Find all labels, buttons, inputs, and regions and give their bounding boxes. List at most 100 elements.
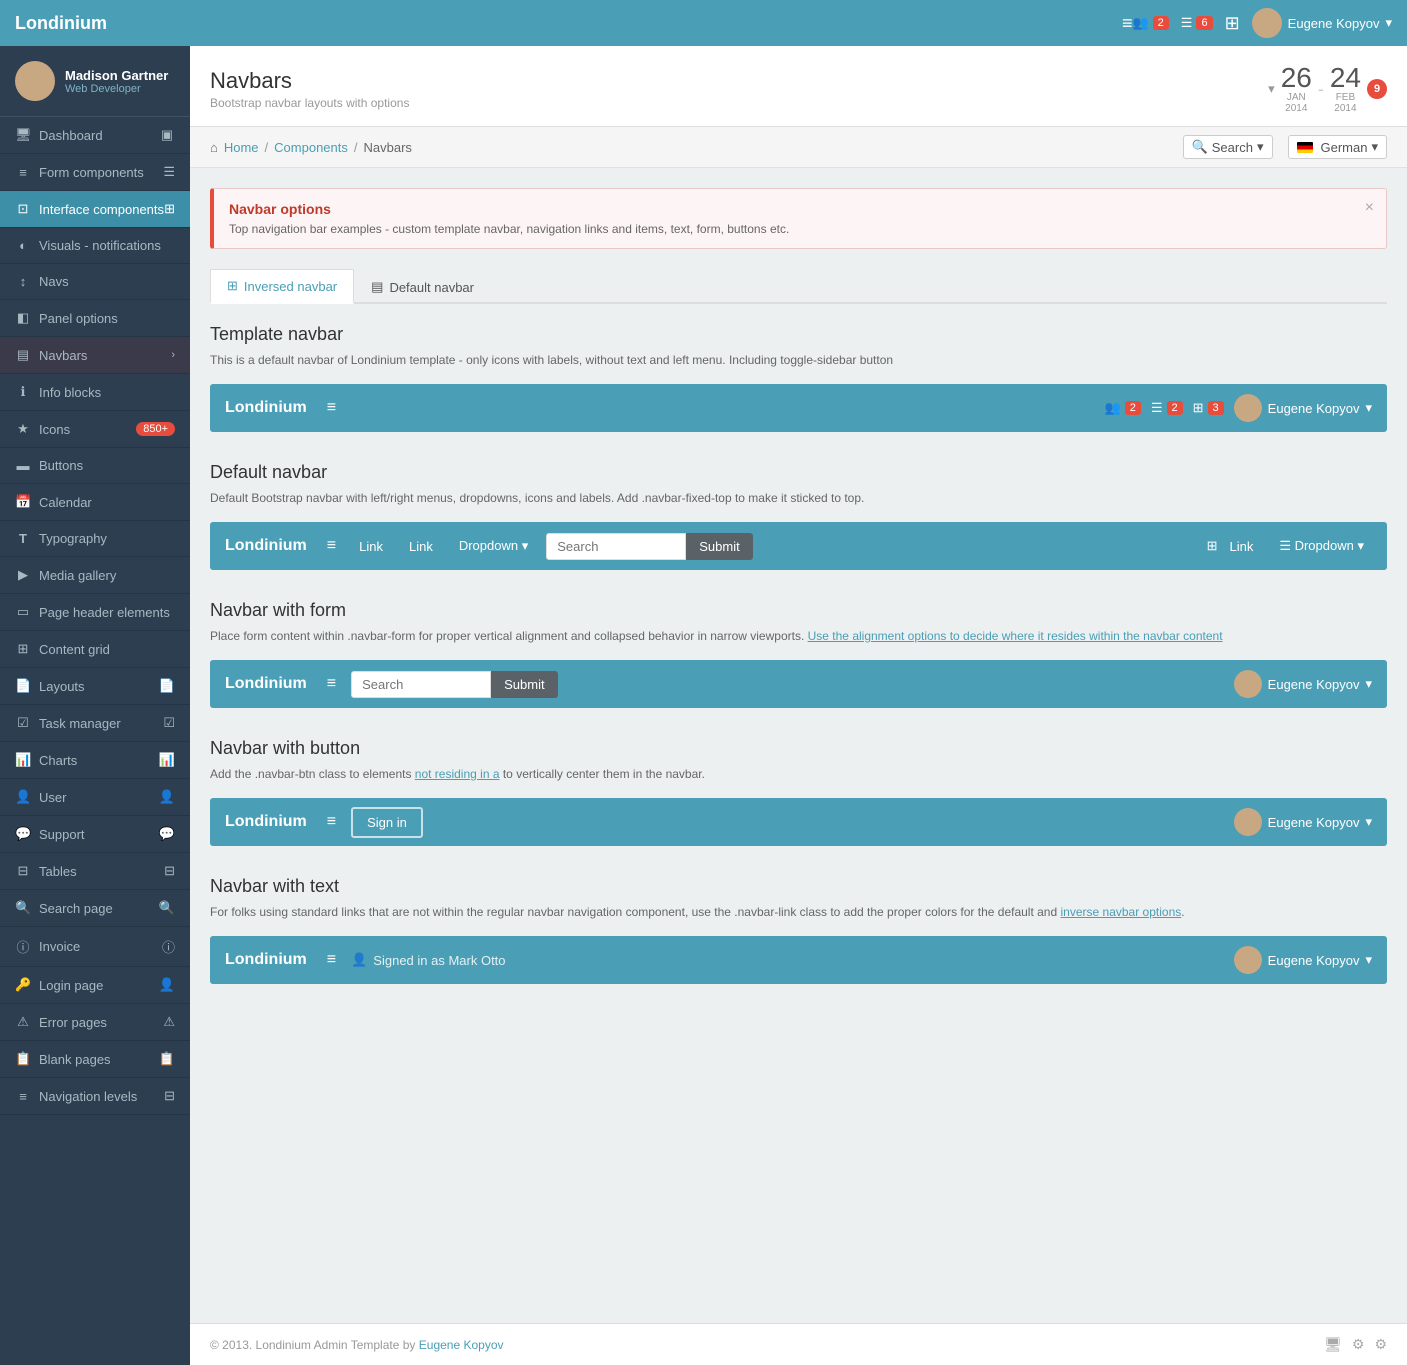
header-grid-icon[interactable]: ⊞ xyxy=(1225,13,1240,34)
footer-monitor-icon[interactable]: 🖥 xyxy=(1324,1336,1342,1353)
footer-settings-icon[interactable]: ⚙ xyxy=(1352,1336,1365,1353)
sidebar-item-support[interactable]: 💬 Support 💬 xyxy=(0,816,190,853)
sidebar-item-error-pages[interactable]: ⚠ Error pages ⚠ xyxy=(0,1004,190,1041)
sidebar-item-typography[interactable]: T Typography xyxy=(0,521,190,557)
tabs-bar: ⊞ Inversed navbar ▤ Default navbar xyxy=(210,269,1387,304)
sidebar-item-info-blocks[interactable]: ℹ Info blocks xyxy=(0,374,190,411)
buttons-icon: ▬ xyxy=(15,458,31,473)
navbar-form-link[interactable]: Use the alignment options to decide wher… xyxy=(808,629,1223,643)
sidebar-item-buttons[interactable]: ▬ Buttons xyxy=(0,448,190,484)
demo-grid-badge-2[interactable]: ⊞ Link xyxy=(1207,522,1262,570)
demo-user[interactable]: Eugene Kopyov ▾ xyxy=(1234,394,1372,422)
sidebar-item-layouts[interactable]: 📄 Layouts 📄 xyxy=(0,668,190,705)
sidebar-item-form-components[interactable]: ≡ Form components ☰ xyxy=(0,154,190,191)
sidebar-item-invoice[interactable]: ⓘ Invoice ⓘ xyxy=(0,927,190,967)
demo-hamburger-icon[interactable]: ≡ xyxy=(322,946,341,974)
demo-link-2[interactable]: Link xyxy=(401,522,441,570)
top-header: Londinium ≡ 👥 2 ☰ 6 ⊞ Eugene Kopyov ▾ xyxy=(0,0,1407,46)
sidebar-nav: 🖥 Dashboard ▣ ≡ Form components ☰ ⊡ Inte… xyxy=(0,117,190,1365)
demo-search-input[interactable] xyxy=(546,533,686,560)
demo-hamburger-icon[interactable]: ≡ xyxy=(322,394,341,422)
demo-avatar-form xyxy=(1234,670,1262,698)
demo-link-1[interactable]: Link xyxy=(351,522,391,570)
demo-submit-btn[interactable]: Submit xyxy=(686,533,752,560)
sidebar-item-panel-options[interactable]: ◧ Panel options xyxy=(0,300,190,337)
demo-avatar-button xyxy=(1234,808,1262,836)
page-header-left: Navbars Bootstrap navbar layouts with op… xyxy=(210,68,409,110)
panel-icon: ◧ xyxy=(15,310,31,326)
tab-inversed-navbar[interactable]: ⊞ Inversed navbar xyxy=(210,269,354,304)
footer-link[interactable]: Eugene Kopyov xyxy=(419,1338,504,1352)
sidebar-item-login-page[interactable]: 🔑 Login page 👤 xyxy=(0,967,190,1004)
demo-grid-badge[interactable]: ⊞ 3 xyxy=(1193,400,1224,416)
section-desc: Default Bootstrap navbar with left/right… xyxy=(210,489,1387,507)
sidebar-item-calendar[interactable]: 📅 Calendar xyxy=(0,484,190,521)
blank-icon: 📋 xyxy=(15,1051,31,1067)
demo-user-form[interactable]: Eugene Kopyov ▾ xyxy=(1234,670,1372,698)
sidebar-item-navbars[interactable]: ▤ Navbars › xyxy=(0,337,190,374)
demo-hamburger-icon[interactable]: ≡ xyxy=(322,532,341,560)
monitor-icon: 🖥 xyxy=(15,127,31,143)
demo-user-text[interactable]: Eugene Kopyov ▾ xyxy=(1234,946,1372,974)
date-separator: - xyxy=(1318,79,1324,100)
sidebar-item-charts[interactable]: 📊 Charts 📊 xyxy=(0,742,190,779)
tab-grid-icon: ⊞ xyxy=(227,278,238,294)
sidebar-item-navigation-levels[interactable]: ≡ Navigation levels ⊟ xyxy=(0,1078,190,1115)
demo-form-submit-btn[interactable]: Submit xyxy=(491,671,557,698)
blank-icon2: 📋 xyxy=(159,1051,175,1067)
header-user-name: Eugene Kopyov xyxy=(1288,16,1380,31)
demo-dropdown[interactable]: Dropdown ▾ xyxy=(451,522,536,570)
demo-chevron-icon: ▾ xyxy=(1365,400,1372,416)
profile-avatar xyxy=(15,61,55,101)
tab-default-navbar[interactable]: ▤ Default navbar xyxy=(354,269,491,304)
demo-chevron-icon: ▾ xyxy=(1365,676,1372,692)
sidebar-item-media-gallery[interactable]: ▶ Media gallery xyxy=(0,557,190,594)
search-dropdown-btn[interactable]: 🔍 Search ▾ xyxy=(1183,135,1273,159)
date-end-day: 24 xyxy=(1330,64,1361,92)
main-layout: Madison Gartner Web Developer 🖥 Dashboar… xyxy=(0,46,1407,1365)
footer-text: © 2013. Londinium Admin Template by Euge… xyxy=(210,1338,504,1352)
sidebar-item-dashboard[interactable]: 🖥 Dashboard ▣ xyxy=(0,117,190,154)
header-user[interactable]: Eugene Kopyov ▾ xyxy=(1252,8,1392,38)
inverse-navbar-link[interactable]: inverse navbar options xyxy=(1061,905,1182,919)
sidebar-item-content-grid[interactable]: ⊞ Content grid xyxy=(0,631,190,668)
navlevels-icon: ≡ xyxy=(15,1089,31,1104)
sidebar-item-interface-components[interactable]: ⊡ Interface components ⊞ xyxy=(0,191,190,228)
demo-sign-in-btn[interactable]: Sign in xyxy=(351,807,423,838)
hamburger-icon[interactable]: ≡ xyxy=(1122,13,1133,34)
demo-right-dropdown[interactable]: ☰ Dropdown ▾ xyxy=(1271,522,1372,570)
demo-hamburger-icon[interactable]: ≡ xyxy=(322,670,341,698)
sidebar-item-icons[interactable]: ★ Icons 850+ xyxy=(0,411,190,448)
demo-list-badge[interactable]: ☰ 2 xyxy=(1151,400,1183,416)
sidebar-item-task-manager[interactable]: ☑ Task manager ☑ xyxy=(0,705,190,742)
demo-right-link[interactable]: Link xyxy=(1221,522,1261,570)
sidebar-item-search-page[interactable]: 🔍 Search page 🔍 xyxy=(0,890,190,927)
breadcrumb-home[interactable]: Home xyxy=(224,140,259,155)
chevron-right-icon: › xyxy=(171,349,175,361)
tables-icon: ⊟ xyxy=(15,863,31,879)
navbar-btn-link[interactable]: not residing in a xyxy=(415,767,500,781)
sidebar-item-user[interactable]: 👤 User 👤 xyxy=(0,779,190,816)
sidebar-item-navs[interactable]: ↕ Navs xyxy=(0,264,190,300)
alert-close-button[interactable]: × xyxy=(1365,199,1374,217)
demo-form-search-input[interactable] xyxy=(351,671,491,698)
header-chevron-icon: ▾ xyxy=(1385,15,1392,31)
error-icon2: ⚠ xyxy=(163,1014,175,1030)
sidebar-item-page-header-elements[interactable]: ▭ Page header elements xyxy=(0,594,190,631)
sidebar-item-label: Calendar xyxy=(39,495,92,510)
demo-user-button[interactable]: Eugene Kopyov ▾ xyxy=(1234,808,1372,836)
content-area: Navbar options Top navigation bar exampl… xyxy=(190,168,1407,1323)
sidebar-item-tables[interactable]: ⊟ Tables ⊟ xyxy=(0,853,190,890)
demo-users-badge[interactable]: 👥 2 xyxy=(1105,400,1141,416)
language-dropdown-btn[interactable]: German ▾ xyxy=(1288,135,1388,159)
breadcrumb-components[interactable]: Components xyxy=(274,140,348,155)
demo-hamburger-icon[interactable]: ≡ xyxy=(322,808,341,836)
sidebar-item-visuals-notifications[interactable]: ◐ Visuals - notifications xyxy=(0,228,190,264)
sidebar-item-label: Icons xyxy=(39,422,70,437)
footer-gear-icon[interactable]: ⚙ xyxy=(1374,1336,1387,1353)
header-list-badge[interactable]: ☰ 6 xyxy=(1181,15,1213,31)
search-page-icon: 🔍 xyxy=(15,900,31,916)
header-users-badge[interactable]: 👥 2 xyxy=(1132,15,1168,31)
task-icon2: ☑ xyxy=(163,715,175,731)
sidebar-item-blank-pages[interactable]: 📋 Blank pages 📋 xyxy=(0,1041,190,1078)
